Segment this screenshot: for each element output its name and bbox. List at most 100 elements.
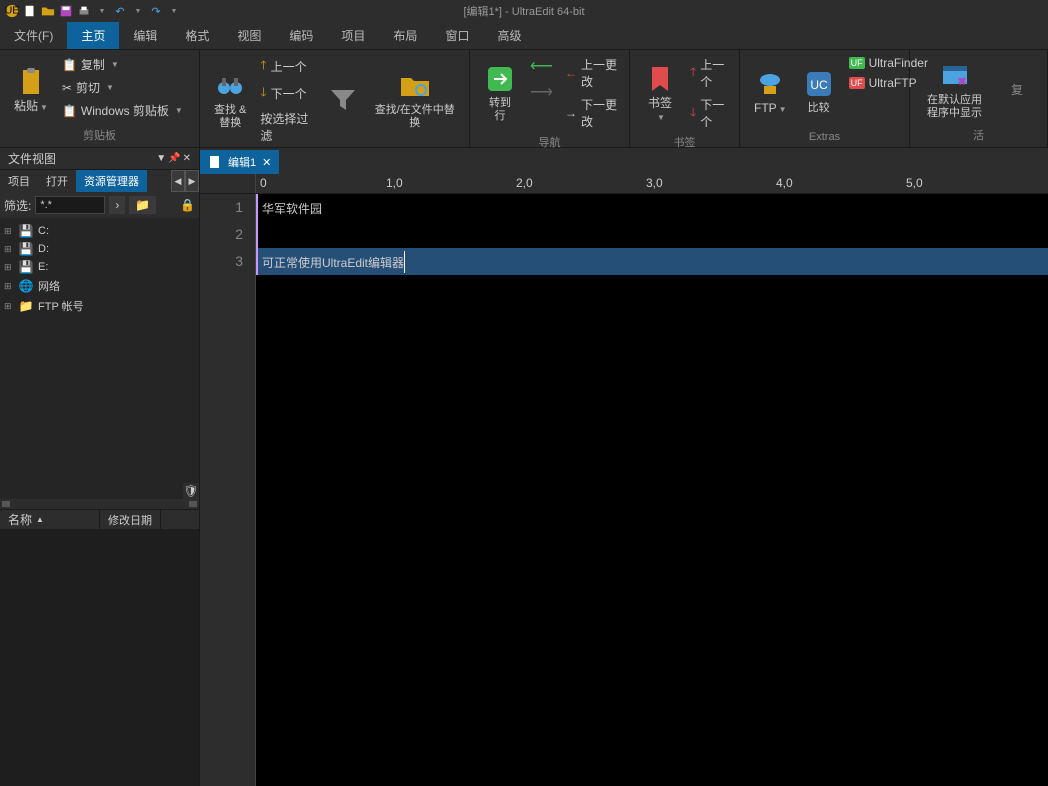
redo-dropdown-icon[interactable]: ▼ — [166, 3, 182, 19]
cut-button[interactable]: ✂剪切▼ — [58, 77, 187, 98]
sidebar-pin-icon[interactable]: 📌 — [168, 153, 180, 164]
clipboard-icon: 📋 — [62, 104, 77, 118]
bookmark-next-button[interactable]: 🡓下一个 — [686, 94, 731, 132]
uf-icon: UF — [849, 57, 865, 69]
prev-change-button[interactable]: ←上一更改 — [561, 54, 621, 92]
filter-folder-button[interactable]: 📁 — [129, 196, 156, 214]
find-prev-button[interactable]: 🡑上一个 — [256, 54, 316, 79]
window-title: [编辑1*] - UltraEdit 64-bit — [463, 3, 584, 19]
sidebar-tab-explorer[interactable]: 资源管理器 — [76, 170, 147, 192]
menu-window[interactable]: 窗口 — [431, 22, 483, 49]
filter-go-button[interactable]: › — [109, 196, 125, 214]
ribbon-group-clipboard: 粘贴▼ 📋复制▼ ✂剪切▼ 📋Windows 剪贴板▼ 剪贴板 — [0, 50, 200, 147]
list-col-name[interactable]: 名称▲ — [0, 510, 100, 529]
menu-layout[interactable]: 布局 — [379, 22, 431, 49]
refresh-button[interactable]: 复 — [995, 54, 1039, 125]
tree-item-ftp[interactable]: ⊞📁FTP 帐号 — [4, 296, 195, 316]
paste-icon — [15, 66, 47, 98]
redo-icon[interactable]: ↷ — [148, 3, 164, 19]
expand-icon[interactable]: ⊞ — [4, 262, 14, 273]
sidebar-close-icon[interactable]: ✕ — [183, 153, 191, 164]
menu-project[interactable]: 项目 — [327, 22, 379, 49]
expand-icon[interactable]: ⊞ — [4, 244, 14, 255]
copy-icon: 📋 — [62, 58, 77, 72]
tree-item-network[interactable]: ⊞🌐网络 — [4, 276, 195, 296]
ribbon-group-extras: FTP▼ UC 比较 UFUltraFinder UFUltraFTP Extr… — [740, 50, 910, 147]
tree-item-c[interactable]: ⊞💾C: — [4, 222, 195, 240]
bookmark-prev-button[interactable]: 🡑上一个 — [686, 54, 731, 92]
forward-button[interactable]: ⟶ — [526, 80, 557, 104]
filter-input[interactable] — [35, 196, 105, 214]
find-next-button[interactable]: 🡓下一个 — [256, 81, 316, 106]
filter-button[interactable] — [321, 54, 365, 146]
next-change-button[interactable]: →下一更改 — [561, 94, 621, 132]
goto-line-button[interactable]: 转到行 — [478, 54, 522, 132]
menu-encoding[interactable]: 编码 — [275, 22, 327, 49]
svg-text:UC: UC — [810, 78, 828, 92]
sidebar-dropdown-icon[interactable]: ▼ — [156, 153, 166, 164]
menu-home[interactable]: 主页 — [67, 22, 119, 49]
print-dropdown-icon[interactable]: ▼ — [94, 3, 110, 19]
app-window-icon — [939, 60, 971, 92]
goto-icon — [484, 63, 516, 95]
editor-tab[interactable]: 编辑1 ✕ — [200, 150, 279, 174]
lock-icon[interactable]: 🔒 — [180, 198, 195, 212]
find-replace-button[interactable]: 查找 & 替换 — [208, 54, 252, 146]
undo-icon[interactable]: ↶ — [112, 3, 128, 19]
tab-scroll-right[interactable]: ▶ — [185, 170, 199, 192]
line-number: 2 — [200, 221, 255, 248]
menu-file[interactable]: 文件(F) — [0, 22, 67, 49]
code-line[interactable]: 可正常使用UltraEdit编辑器 — [256, 248, 1048, 275]
expand-icon[interactable]: ⊞ — [4, 226, 14, 237]
menu-format[interactable]: 格式 — [171, 22, 223, 49]
code-line[interactable] — [256, 221, 1048, 248]
expand-icon[interactable]: ⊞ — [4, 281, 14, 292]
code-area[interactable]: 华军软件园 可正常使用UltraEdit编辑器 — [256, 194, 1048, 786]
tree-scrollbar[interactable] — [0, 499, 199, 509]
back-button[interactable]: ⟵ — [526, 54, 557, 78]
file-tree: ⊞💾C: ⊞💾D: ⊞💾E: ⊞🌐网络 ⊞📁FTP 帐号 — [0, 218, 199, 483]
tree-item-e[interactable]: ⊞💾E: — [4, 258, 195, 276]
folder-search-icon — [399, 70, 431, 102]
bookmark-button[interactable]: 书签▼ — [638, 54, 682, 132]
list-col-date[interactable]: 修改日期 — [100, 510, 161, 529]
new-file-icon[interactable] — [22, 3, 38, 19]
tab-close-icon[interactable]: ✕ — [262, 156, 271, 169]
svg-text:UE: UE — [5, 5, 19, 17]
paste-button[interactable]: 粘贴▼ — [8, 54, 54, 125]
expand-icon[interactable]: ⊞ — [4, 301, 14, 312]
open-folder-icon[interactable] — [40, 3, 56, 19]
tab-scroll-left[interactable]: ◀ — [171, 170, 185, 192]
sidebar-tab-open[interactable]: 打开 — [38, 170, 76, 192]
show-in-default-button[interactable]: 在默认应用程序中显示 — [918, 54, 991, 125]
undo-dropdown-icon[interactable]: ▼ — [130, 3, 146, 19]
funnel-icon — [327, 84, 359, 116]
save-icon[interactable] — [58, 3, 74, 19]
windows-clipboard-button[interactable]: 📋Windows 剪贴板▼ — [58, 100, 187, 121]
line-number-gutter: 1 2 3 — [200, 194, 256, 786]
down-arrow-icon: 🡓 — [260, 83, 266, 104]
main-area: 文件视图 ▼ 📌 ✕ 项目 打开 资源管理器 ◀ ▶ 筛选: › 📁 🔒 ⊞💾C… — [0, 148, 1048, 786]
find-in-files-button[interactable]: 查找/在文件中替换 — [369, 54, 461, 146]
editor-content[interactable]: 1 2 3 华军软件园 可正常使用UltraEdit编辑器 — [200, 194, 1048, 786]
print-icon[interactable] — [76, 3, 92, 19]
sidebar-header: 文件视图 ▼ 📌 ✕ — [0, 148, 199, 170]
ribbon-group-search: 查找 & 替换 🡑上一个 🡓下一个 按选择过滤 查找/在文件中替换 搜索 — [200, 50, 470, 147]
menubar: 文件(F) 主页 编辑 格式 视图 编码 项目 布局 窗口 高级 — [0, 22, 1048, 50]
ftp-account-icon: 📁 — [18, 299, 34, 313]
code-line[interactable]: 华军软件园 — [256, 194, 1048, 221]
menu-view[interactable]: 视图 — [223, 22, 275, 49]
network-icon: 🌐 — [18, 279, 34, 293]
extras-group-label: Extras — [748, 129, 901, 143]
cut-icon: ✂ — [62, 81, 72, 95]
ribbon: 粘贴▼ 📋复制▼ ✂剪切▼ 📋Windows 剪贴板▼ 剪贴板 查找 & 替换 … — [0, 50, 1048, 148]
compare-button[interactable]: UC 比较 — [797, 54, 841, 129]
menu-edit[interactable]: 编辑 — [119, 22, 171, 49]
sidebar-tabs: 项目 打开 资源管理器 ◀ ▶ — [0, 170, 199, 192]
bookmark-icon — [644, 63, 676, 95]
copy-button[interactable]: 📋复制▼ — [58, 54, 187, 75]
menu-advanced[interactable]: 高级 — [483, 22, 535, 49]
ftp-button[interactable]: FTP▼ — [748, 54, 793, 129]
sidebar-tab-project[interactable]: 项目 — [0, 170, 38, 192]
tree-item-d[interactable]: ⊞💾D: — [4, 240, 195, 258]
